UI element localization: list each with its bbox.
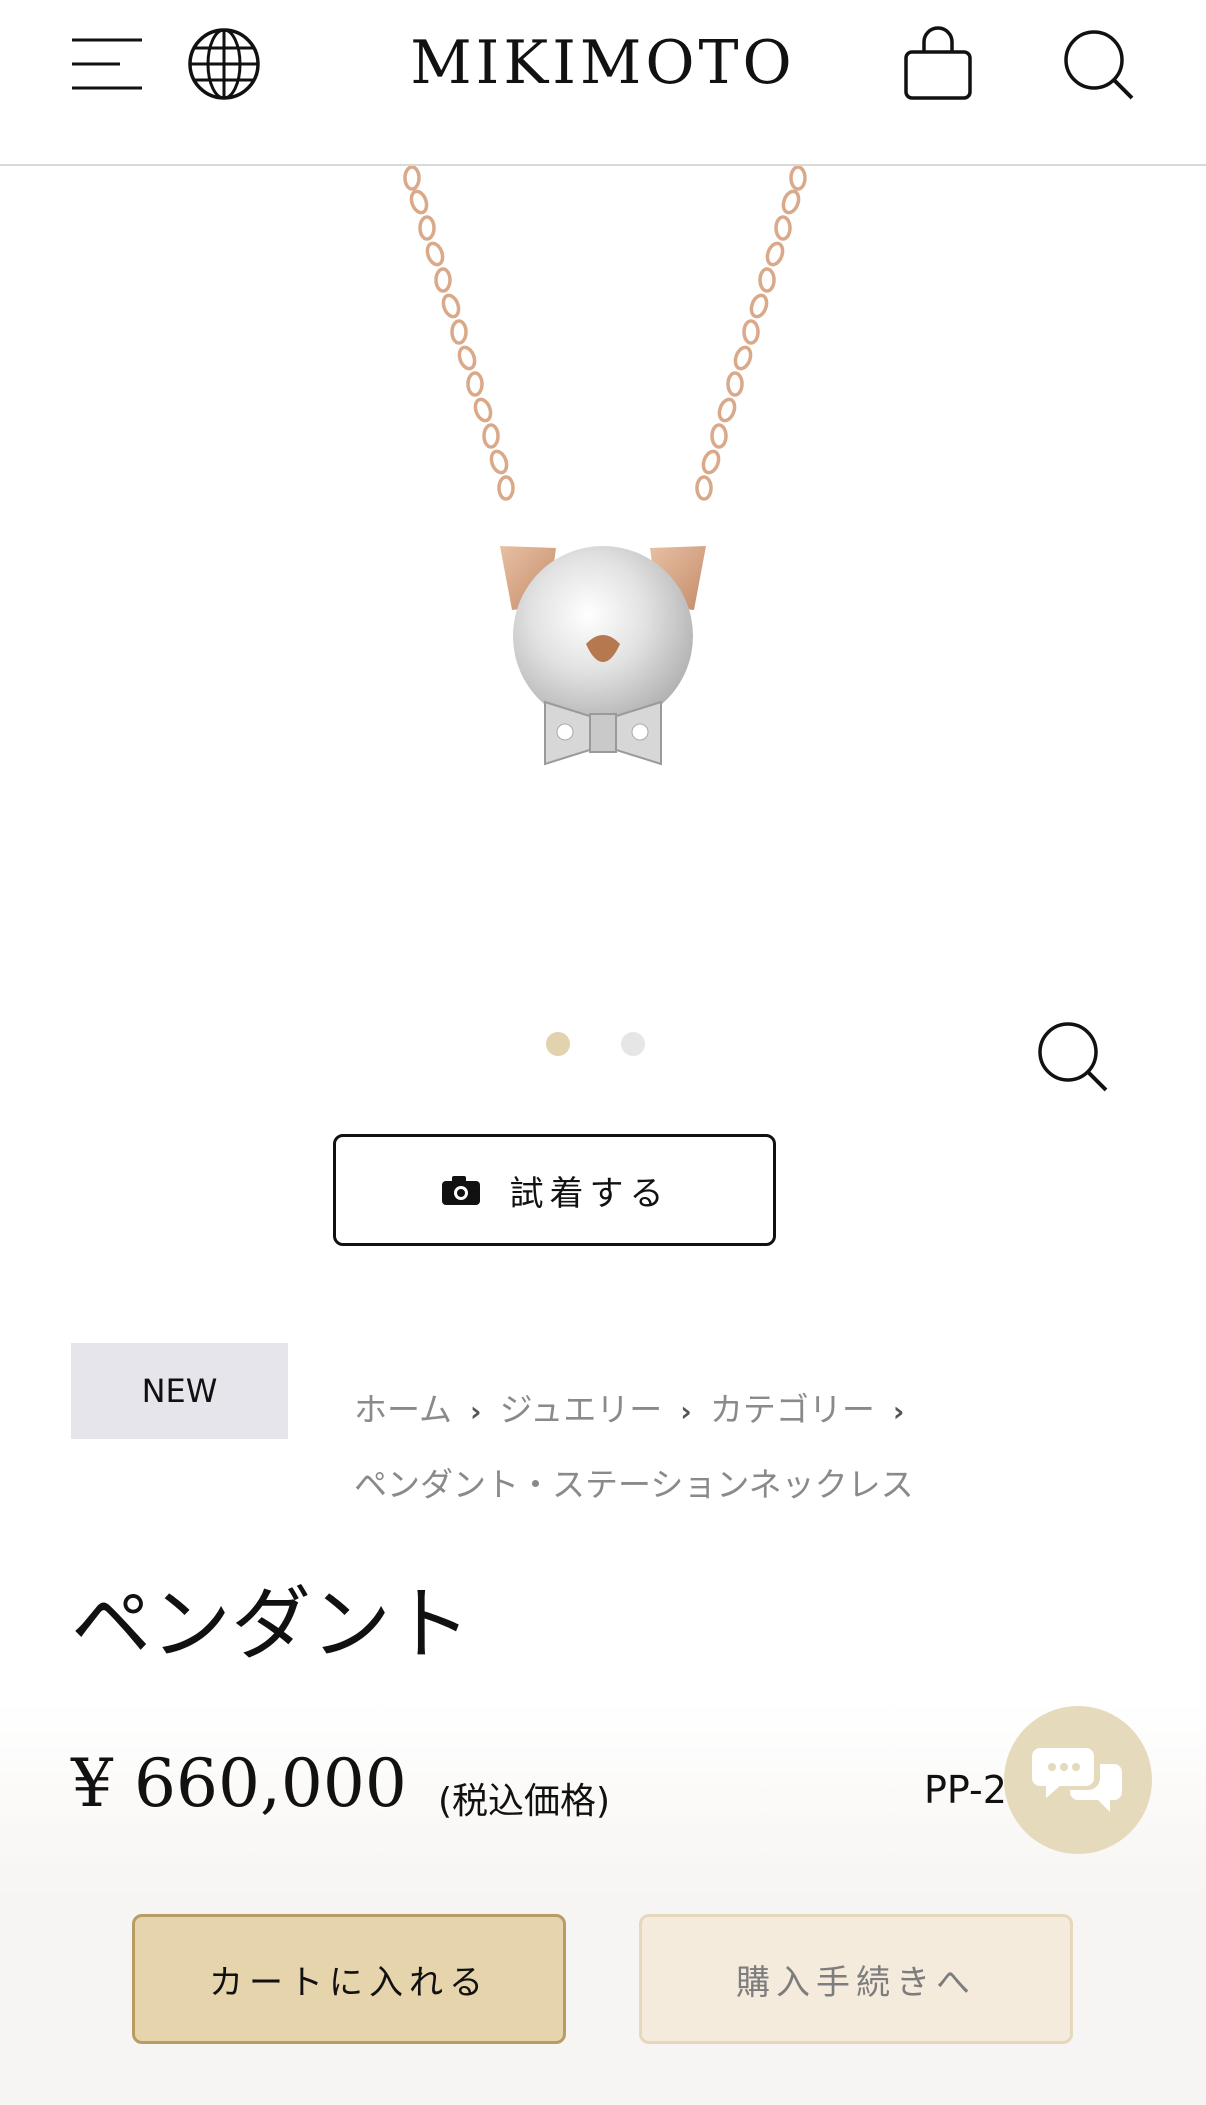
- shopping-bag-icon[interactable]: [900, 26, 976, 102]
- zoom-search-icon[interactable]: [1034, 1018, 1110, 1094]
- try-on-label: 試着する: [509, 1173, 670, 1214]
- product-sku: PP-2: [924, 1768, 1007, 1812]
- search-icon[interactable]: [1060, 26, 1136, 102]
- camera-icon: [441, 1176, 480, 1205]
- chat-bubbles-icon: [1032, 1748, 1122, 1812]
- try-on-button[interactable]: 試着する: [333, 1134, 776, 1246]
- carousel-dot-1[interactable]: [546, 1032, 570, 1056]
- chevron-right-icon: ›: [470, 1395, 482, 1428]
- brand-logo[interactable]: MIKIMOTO: [0, 28, 1206, 98]
- carousel-dot-2[interactable]: [621, 1032, 645, 1056]
- new-badge: NEW: [71, 1343, 288, 1439]
- breadcrumb: ホーム › ジュエリー › カテゴリー ›: [354, 1362, 1154, 1460]
- breadcrumb-jewelry[interactable]: ジュエリー: [500, 1362, 663, 1458]
- tax-note: (税込価格): [438, 1781, 611, 1822]
- breadcrumb-home[interactable]: ホーム: [354, 1362, 452, 1458]
- carousel-pagination: [0, 1032, 1206, 1056]
- product-price: ¥ 660,000: [71, 1745, 407, 1822]
- breadcrumb-pendant-necklace[interactable]: ペンダント・ステーションネックレス: [354, 1458, 914, 1506]
- breadcrumb-category[interactable]: カテゴリー: [710, 1362, 875, 1458]
- pendant-product-image: [403, 165, 807, 766]
- chat-button[interactable]: [1004, 1706, 1152, 1854]
- product-image-gallery[interactable]: [0, 165, 1206, 1066]
- site-header: MIKIMOTO: [0, 0, 1206, 166]
- checkout-button[interactable]: 購入手続きへ: [639, 1914, 1073, 2044]
- chevron-right-icon: ›: [892, 1395, 905, 1428]
- chevron-right-icon: ›: [680, 1395, 692, 1428]
- add-to-cart-button[interactable]: カートに入れる: [132, 1914, 566, 2044]
- product-title: ペンダント: [71, 1578, 471, 1671]
